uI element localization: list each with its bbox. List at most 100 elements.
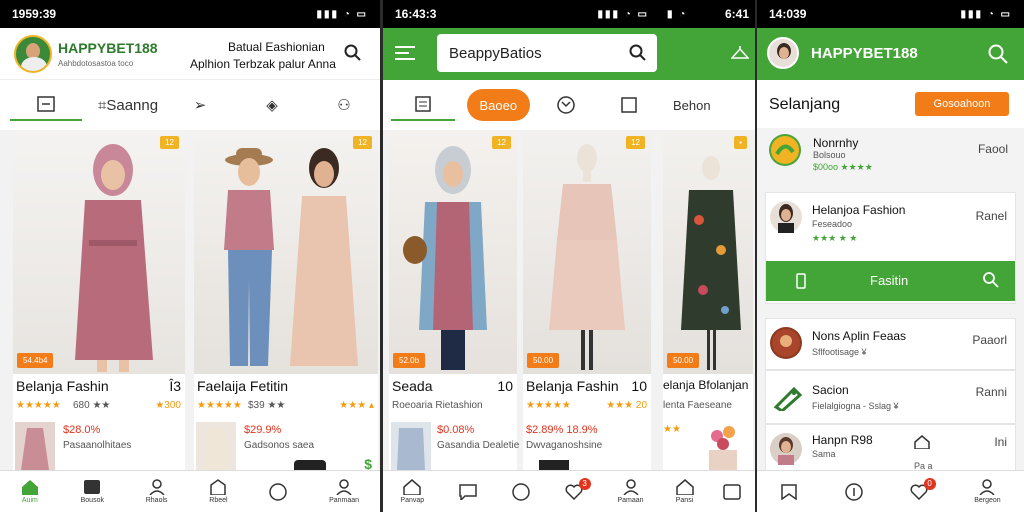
price-note: Dwvaganoshsine bbox=[526, 440, 603, 451]
thumbnail-small[interactable] bbox=[539, 460, 569, 470]
nav-store[interactable] bbox=[722, 483, 741, 500]
price-note: Pasaanolhitaes bbox=[63, 440, 132, 451]
category-tabs: Baoeo bbox=[383, 80, 661, 130]
search-icon[interactable] bbox=[983, 272, 999, 288]
product-grid: 12 54.4b4 Belanja Fashin Î3 ★★★★★ 680 ★★… bbox=[0, 130, 380, 472]
home-icon bbox=[403, 479, 422, 495]
status-icons: ▮▮▮ ◔ ▭ bbox=[597, 8, 649, 20]
logo-avatar[interactable] bbox=[14, 35, 52, 73]
thumbnail[interactable] bbox=[391, 422, 431, 470]
nav-chat[interactable] bbox=[459, 483, 477, 500]
nav-account[interactable]: Pamaan bbox=[617, 479, 644, 504]
filter-icon bbox=[557, 96, 575, 114]
list-item[interactable]: Nons Aplin Feaas Sflfootisage ¥ Paaorl bbox=[765, 318, 1016, 370]
list-item[interactable]: Helanjoa Fashion Feseadoo ★★★ ★ ★ Ranel … bbox=[765, 192, 1016, 304]
featured-bar[interactable]: Fasitin bbox=[766, 261, 1015, 301]
logo-avatar[interactable] bbox=[767, 37, 799, 69]
nav-shop[interactable]: Rbeel bbox=[209, 479, 228, 504]
item-action[interactable]: Faool bbox=[978, 142, 1008, 156]
tab-filter[interactable] bbox=[534, 89, 598, 121]
discount-badge: 12 bbox=[353, 136, 372, 149]
nav-home[interactable]: Auim bbox=[21, 479, 39, 504]
item-action[interactable]: Ini bbox=[994, 435, 1007, 449]
list-item[interactable]: Sacion Fielalgiogna - Sslag ¥ Ranni bbox=[765, 370, 1016, 424]
product-card[interactable]: ▪ 50.00 elanja Bfolanjan lenta Faeseane … bbox=[663, 130, 753, 470]
nav-home[interactable]: Pansi bbox=[676, 479, 694, 504]
search-input[interactable]: BeappyBatios bbox=[437, 34, 657, 72]
account-icon bbox=[335, 479, 353, 495]
featured-label: Fasitin bbox=[870, 273, 909, 288]
thumbnail[interactable] bbox=[196, 422, 236, 470]
checkout-button[interactable]: Gosoahoon bbox=[915, 92, 1009, 116]
product-card[interactable]: 12 54.4b4 Belanja Fashin Î3 ★★★★★ 680 ★★… bbox=[13, 130, 185, 470]
tab-shopping[interactable]: ⌗ Saanng bbox=[92, 89, 164, 121]
tab-tag[interactable]: ◈ bbox=[236, 89, 308, 121]
thumbnail[interactable] bbox=[15, 422, 55, 470]
item-name: Hanpn R98 bbox=[812, 433, 873, 447]
menu-icon[interactable] bbox=[395, 46, 415, 60]
nav-favorites[interactable]: 3 bbox=[565, 477, 591, 500]
status-icons: ▮▮▮ ◔ ▭ bbox=[960, 8, 1012, 20]
rating-count: ★★★ 20 bbox=[606, 400, 647, 411]
discount-badge: ▪ bbox=[734, 136, 747, 149]
product-subtitle: Roeoaria Rietashion bbox=[392, 400, 483, 411]
product-card[interactable]: 12 50.00 Belanja Fashin 10 ★★★★★ ★★★ 20 … bbox=[523, 130, 651, 470]
rating-extra-stars: ★★★ ▴ bbox=[339, 400, 374, 411]
product-price: $29.9% bbox=[244, 424, 282, 436]
search-icon[interactable] bbox=[629, 44, 647, 62]
tab-list[interactable] bbox=[391, 89, 455, 121]
tab-dresses[interactable] bbox=[10, 89, 82, 121]
search-icon[interactable] bbox=[344, 44, 362, 62]
list-item[interactable]: Hanpn R98 Sama Pa a Ini bbox=[765, 424, 1016, 474]
send-icon: ➢ bbox=[193, 97, 207, 114]
nav-info[interactable] bbox=[845, 482, 863, 501]
product-subtitle: lenta Faeseane bbox=[663, 400, 732, 411]
shop-icon bbox=[209, 479, 227, 495]
item-rating: $00oo ★★★★ bbox=[813, 162, 873, 172]
product-card[interactable]: 12 52.0b Seada 10 Roeoaria Rietashion $0… bbox=[389, 130, 520, 470]
phone-icon bbox=[796, 273, 806, 289]
tab-send[interactable]: ➢ bbox=[164, 89, 236, 121]
rating-stars: ★★ bbox=[663, 424, 681, 435]
item-action[interactable]: Ranni bbox=[976, 385, 1007, 399]
price-tag: 50.00 bbox=[527, 353, 560, 368]
tab-label[interactable]: Behon bbox=[661, 89, 755, 121]
screen-search: 16:43:3 ▮▮▮ ◔ ▭ BeappyBatios Baoeo 12 52… bbox=[383, 0, 661, 512]
notification-badge: 3 bbox=[578, 477, 591, 490]
nav-profile[interactable]: Rhaols bbox=[146, 479, 168, 504]
status-time: 16:43:3 bbox=[395, 7, 437, 21]
app-header: HAPPYBET188 Aahbdotosastoa toco Batual E… bbox=[0, 28, 380, 80]
nav-bookmark[interactable] bbox=[780, 483, 798, 500]
status-time: 6:41 bbox=[724, 7, 749, 21]
user-icon bbox=[978, 479, 996, 495]
hanger-icon[interactable] bbox=[731, 44, 749, 60]
product-title: Seada bbox=[392, 378, 433, 394]
store-icon bbox=[83, 479, 101, 495]
thumbnail-small[interactable] bbox=[294, 460, 326, 470]
nav-store[interactable]: Bousok bbox=[81, 479, 104, 504]
home-icon[interactable] bbox=[914, 435, 930, 449]
thumbnail[interactable] bbox=[703, 422, 743, 470]
product-photo: 12 54.4b4 bbox=[13, 130, 185, 374]
nav-account[interactable]: Panmaan bbox=[329, 479, 359, 504]
tab-profile[interactable]: ⚇ bbox=[308, 89, 380, 121]
item-action[interactable]: Paaorl bbox=[972, 333, 1007, 347]
nav-account[interactable]: Bergeon bbox=[974, 479, 1001, 504]
nav-favorites[interactable]: 0 bbox=[910, 477, 936, 500]
nav-home[interactable]: Panvap bbox=[400, 479, 424, 504]
item-sub: Bolsouo bbox=[813, 150, 846, 160]
tab-grid[interactable] bbox=[598, 89, 662, 121]
status-time: 14:039 bbox=[769, 7, 807, 21]
grid-icon bbox=[621, 97, 637, 113]
tag-icon: ◈ bbox=[266, 97, 278, 114]
header bbox=[661, 28, 755, 80]
nav-circle[interactable] bbox=[512, 482, 530, 501]
search-icon[interactable] bbox=[988, 44, 1008, 64]
item-action[interactable]: Ranel bbox=[976, 209, 1007, 223]
price-note: Gasandia Dealetie bbox=[437, 440, 520, 451]
nav-circle[interactable] bbox=[269, 482, 288, 501]
product-card[interactable]: 12 Faelaija Fetitin ★★★★★ $39 ★★ ★★★ ▴ $… bbox=[194, 130, 378, 472]
tab-active[interactable]: Baoeo bbox=[466, 89, 530, 121]
status-icons: ▮ ◔ bbox=[667, 8, 688, 20]
list-item[interactable]: Nonrnhy Bolsouo $00oo ★★★★ Faool bbox=[765, 130, 1016, 182]
